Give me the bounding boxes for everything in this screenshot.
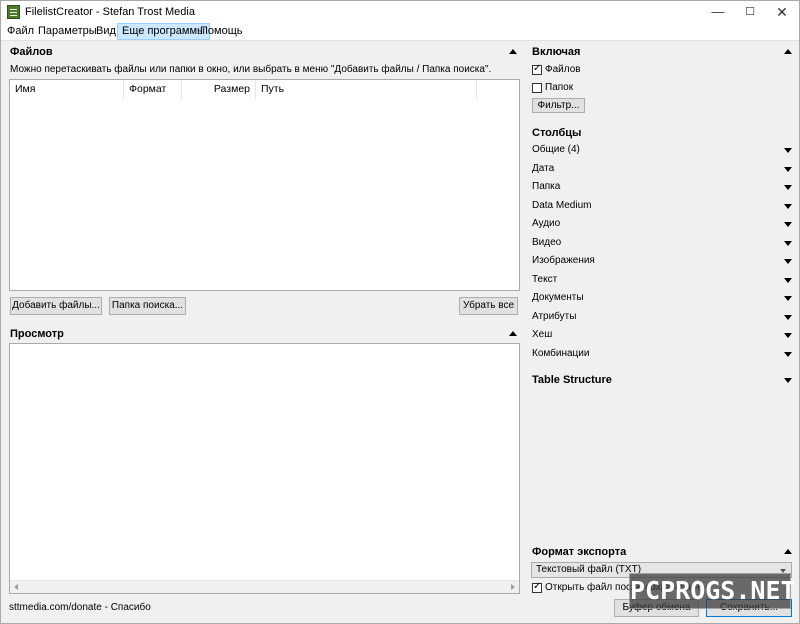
- triangle-down-icon[interactable]: [784, 167, 792, 172]
- column-group-audio[interactable]: Аудио: [532, 218, 797, 232]
- column-group-images[interactable]: Изображения: [532, 255, 797, 269]
- column-header-size[interactable]: Размер: [182, 80, 256, 99]
- column-group-folder[interactable]: Папка: [532, 181, 797, 195]
- triangle-down-icon[interactable]: [784, 352, 792, 357]
- window-title: FilelistCreator - Stefan Trost Media: [25, 6, 195, 18]
- triangle-down-icon[interactable]: [784, 296, 792, 301]
- triangle-down-icon[interactable]: [784, 259, 792, 264]
- file-list-app-icon: [7, 5, 20, 19]
- column-group-combinations[interactable]: Комбинации: [532, 348, 797, 362]
- column-group-label: Атрибуты: [532, 311, 577, 322]
- preview-area[interactable]: [9, 343, 520, 594]
- files-pane-title: Файлов: [10, 46, 53, 58]
- triangle-down-icon[interactable]: [784, 241, 792, 246]
- include-folders-label: Папок: [545, 82, 574, 93]
- preview-pane-title: Просмотр: [10, 328, 64, 340]
- preview-horizontal-scrollbar[interactable]: [10, 580, 519, 593]
- close-icon[interactable]: ✕: [765, 1, 799, 23]
- triangle-down-icon[interactable]: [784, 333, 792, 338]
- column-group-general[interactable]: Общие (4): [532, 144, 797, 158]
- files-drop-hint: Можно перетаскивать файлы или папки в ок…: [10, 64, 492, 75]
- column-group-label: Текст: [532, 274, 558, 285]
- triangle-down-icon[interactable]: [784, 148, 792, 153]
- triangle-down-icon[interactable]: [784, 204, 792, 209]
- menu-file[interactable]: Файл: [3, 23, 38, 40]
- column-header-name[interactable]: Имя: [10, 80, 124, 99]
- column-group-label: Дата: [532, 163, 555, 174]
- status-donate-link[interactable]: sttmedia.com/donate - Спасибо: [9, 602, 151, 613]
- column-group-label: Комбинации: [532, 348, 590, 359]
- menu-bar: Файл Параметры Вид Еще программы Помощь: [1, 23, 799, 41]
- column-group-label: Общие (4): [532, 144, 580, 155]
- export-format-title: Формат экспорта: [532, 546, 627, 558]
- title-bar: FilelistCreator - Stefan Trost Media — ☐…: [1, 1, 799, 23]
- preview-pane-collapse-icon[interactable]: [509, 331, 517, 336]
- column-group-video[interactable]: Видео: [532, 237, 797, 251]
- files-pane-collapse-icon[interactable]: [509, 49, 517, 54]
- column-group-attributes[interactable]: Атрибуты: [532, 311, 797, 325]
- include-section-title: Включая: [532, 46, 581, 58]
- search-folder-button[interactable]: Папка поиска...: [109, 297, 186, 315]
- columns-section-title: Столбцы: [532, 127, 582, 139]
- export-collapse-icon[interactable]: [784, 549, 792, 554]
- watermark-logo: PCPROGS.NET: [629, 573, 796, 609]
- remove-all-button[interactable]: Убрать все: [459, 297, 518, 315]
- include-files-checkbox[interactable]: [532, 63, 542, 75]
- triangle-down-icon[interactable]: [784, 222, 792, 227]
- column-group-hash[interactable]: Хеш: [532, 329, 797, 343]
- column-group-date[interactable]: Дата: [532, 163, 797, 177]
- column-group-label: Аудио: [532, 218, 561, 229]
- column-group-label: Data Medium: [532, 200, 592, 211]
- triangle-down-icon[interactable]: [784, 315, 792, 320]
- scroll-left-icon[interactable]: [14, 584, 18, 590]
- scroll-right-icon[interactable]: [511, 584, 515, 590]
- open-after-save-checkbox[interactable]: [532, 581, 542, 593]
- maximize-icon[interactable]: ☐: [733, 1, 767, 23]
- menu-view[interactable]: Вид: [92, 23, 120, 40]
- menu-help[interactable]: Помощь: [196, 23, 247, 40]
- column-group-documents[interactable]: Документы: [532, 292, 797, 306]
- include-folders-checkbox[interactable]: [532, 83, 542, 93]
- column-group-label: Изображения: [532, 255, 595, 266]
- column-group-label: Хеш: [532, 329, 553, 340]
- include-collapse-icon[interactable]: [784, 49, 792, 54]
- column-group-label: Папка: [532, 181, 561, 192]
- add-files-button[interactable]: Добавить файлы...: [10, 297, 102, 315]
- file-list[interactable]: Имя Формат Размер Путь: [9, 79, 520, 291]
- column-group-text[interactable]: Текст: [532, 274, 797, 288]
- triangle-down-icon[interactable]: [784, 278, 792, 283]
- column-group-label: Видео: [532, 237, 562, 248]
- filter-button[interactable]: Фильтр...: [532, 98, 585, 113]
- minimize-icon[interactable]: —: [701, 1, 735, 23]
- table-structure-title[interactable]: Table Structure: [532, 374, 612, 386]
- menu-settings[interactable]: Параметры: [34, 23, 101, 40]
- export-format-value: Текстовый файл (TXT): [536, 564, 642, 575]
- triangle-down-icon[interactable]: [784, 378, 792, 383]
- include-files-label: Файлов: [545, 64, 581, 75]
- column-header-format[interactable]: Формат: [124, 80, 182, 99]
- column-header-path[interactable]: Путь: [256, 80, 477, 99]
- column-group-data-medium[interactable]: Data Medium: [532, 200, 797, 214]
- column-group-label: Документы: [532, 292, 584, 303]
- app-window: FilelistCreator - Stefan Trost Media — ☐…: [0, 0, 800, 624]
- triangle-down-icon[interactable]: [784, 185, 792, 190]
